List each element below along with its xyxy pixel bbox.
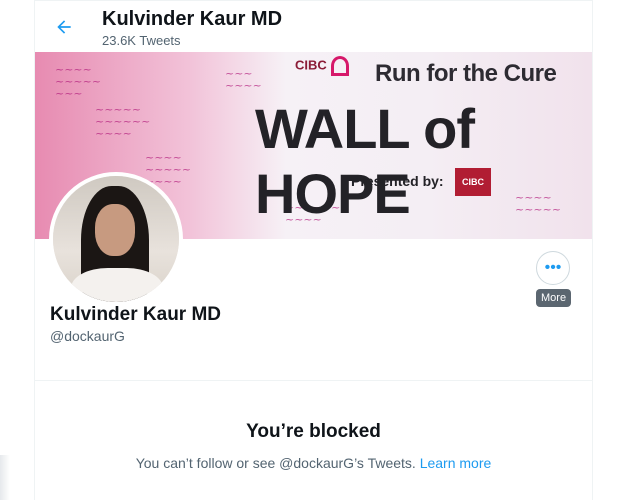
banner-headline: WALL of HOPE bbox=[255, 97, 475, 225]
profile-handle: @dockaurG bbox=[50, 328, 125, 344]
more-tooltip: More bbox=[536, 289, 572, 307]
tweet-count: 23.6K Tweets bbox=[102, 33, 181, 48]
banner-event: Run for the Cure bbox=[375, 60, 557, 87]
back-button[interactable] bbox=[49, 12, 79, 42]
banner-sponsor-logo: CIBC bbox=[455, 168, 491, 196]
banner-scribble: ~~~~~ ~~~~~~ ~~~~ bbox=[95, 103, 151, 140]
ribbon-icon bbox=[330, 56, 349, 76]
arrow-left-icon bbox=[57, 20, 71, 34]
left-gutter bbox=[0, 0, 34, 500]
top-rule bbox=[34, 0, 593, 1]
profile-column: Kulvinder Kaur MD 23.6K Tweets ~~~~ ~~~~~… bbox=[34, 0, 593, 500]
learn-more-link[interactable]: Learn more bbox=[420, 455, 492, 471]
blocked-message-text: You can’t follow or see @dockaurG’s Twee… bbox=[135, 455, 416, 471]
ellipsis-icon: ••• bbox=[544, 259, 562, 276]
profile-name: Kulvinder Kaur MD bbox=[50, 304, 222, 325]
right-gutter bbox=[593, 0, 622, 500]
more-button[interactable]: ••• bbox=[536, 251, 570, 285]
banner-brand: CIBC bbox=[295, 56, 353, 76]
banner-scribble: ~~~ ~~~~ bbox=[225, 67, 262, 92]
left-edge-shadow bbox=[0, 455, 10, 500]
blocked-message: You can’t follow or see @dockaurG’s Twee… bbox=[35, 455, 592, 471]
avatar[interactable] bbox=[49, 172, 183, 306]
avatar-face bbox=[95, 204, 135, 256]
blocked-title: You’re blocked bbox=[246, 421, 381, 442]
page-title: Kulvinder Kaur MD bbox=[102, 8, 283, 30]
divider bbox=[35, 380, 592, 381]
profile-header: Kulvinder Kaur MD 23.6K Tweets bbox=[35, 0, 592, 52]
banner-presented: Presented by: bbox=[351, 173, 444, 189]
banner-scribble: ~~~~ ~~~~~ ~~~ bbox=[55, 63, 102, 100]
avatar-shirt bbox=[71, 268, 163, 302]
